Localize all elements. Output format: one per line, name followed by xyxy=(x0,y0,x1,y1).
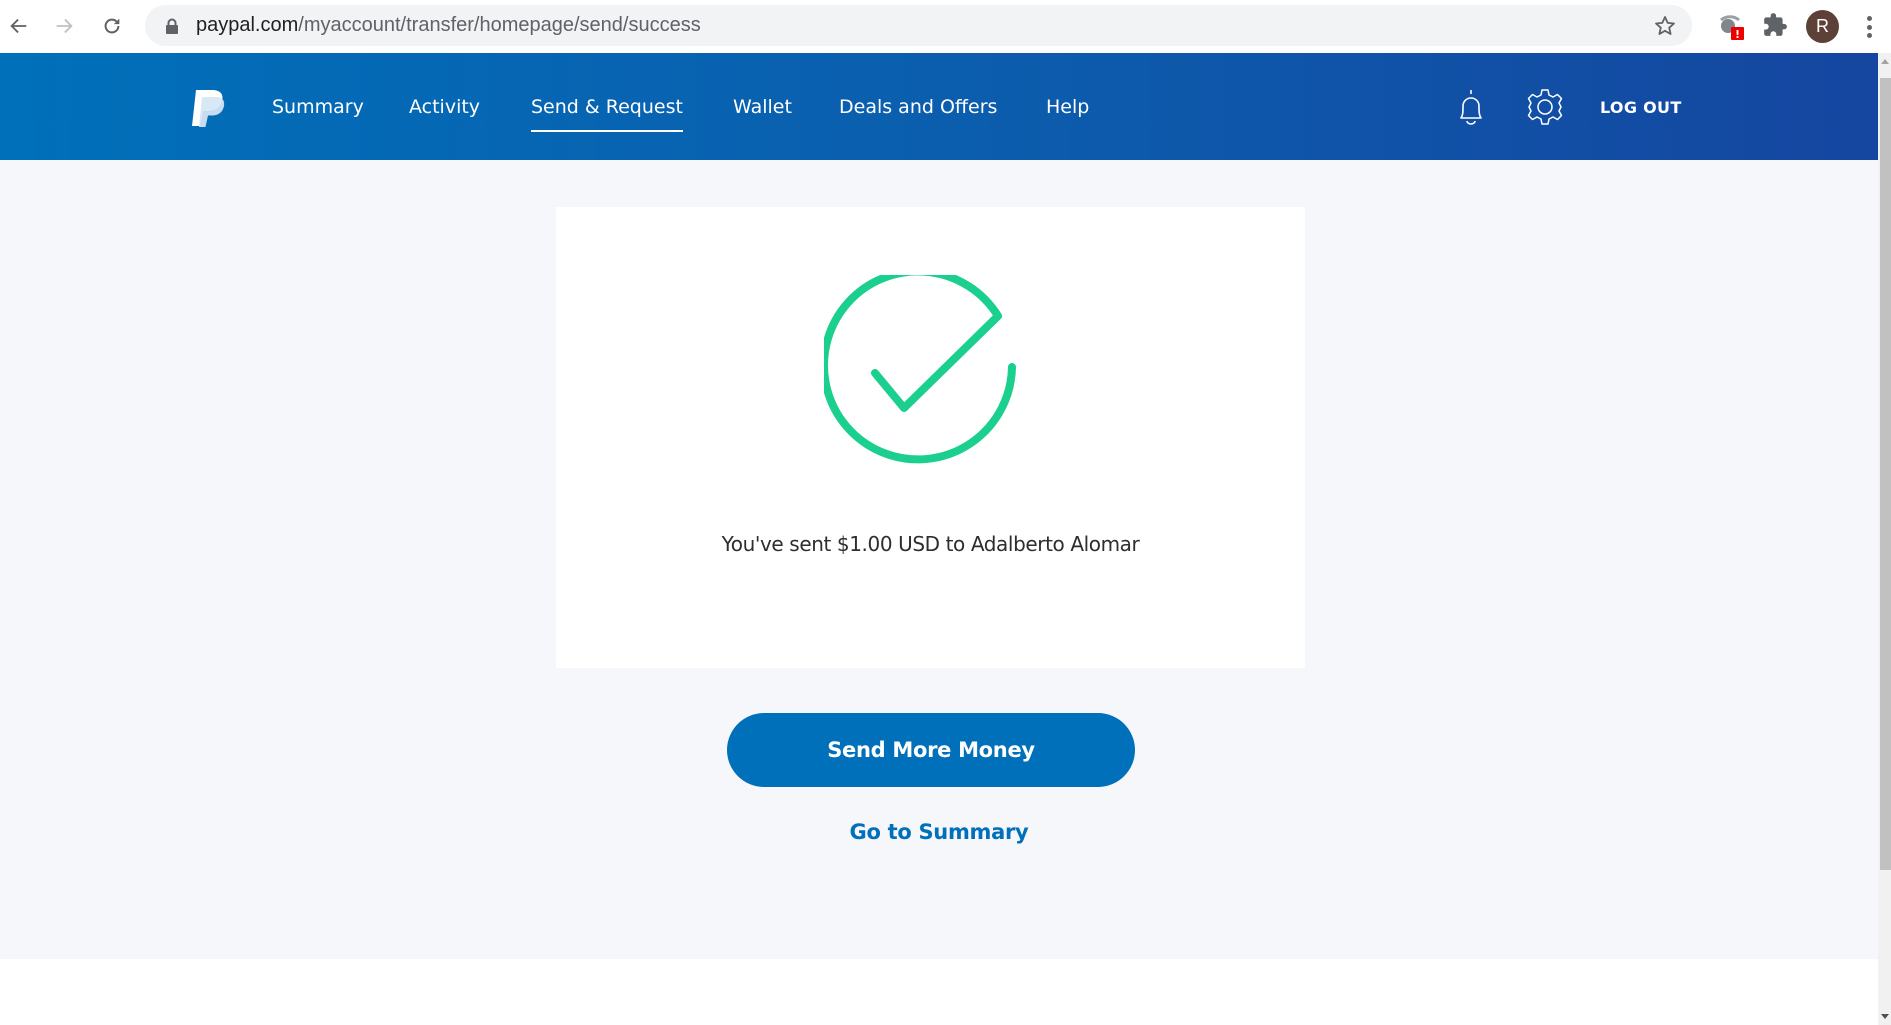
success-message: You've sent $1.00 USD to Adalberto Aloma… xyxy=(721,532,1140,556)
arrow-left-icon xyxy=(10,18,27,34)
profile-avatar[interactable]: R xyxy=(1806,10,1839,43)
nav-send-request[interactable]: Send & Request xyxy=(531,91,683,132)
menu-dot xyxy=(1866,33,1872,38)
send-more-money-button[interactable]: Send More Money xyxy=(727,713,1135,787)
logout-button[interactable]: LOG OUT xyxy=(1600,98,1682,118)
browser-menu-button[interactable] xyxy=(1862,14,1876,40)
success-card: You've sent $1.00 USD to Adalberto Aloma… xyxy=(556,207,1305,668)
puzzle-icon xyxy=(1764,13,1787,36)
nav-activity[interactable]: Activity xyxy=(409,91,480,123)
extension-badge: ! xyxy=(1735,28,1740,40)
page-footer-area xyxy=(0,959,1878,1025)
go-to-summary-row: Go to Summary xyxy=(0,820,1878,844)
arrow-right-icon xyxy=(56,18,73,34)
reload-icon xyxy=(104,18,120,34)
vertical-scrollbar[interactable] xyxy=(1878,53,1891,1025)
url-path: /myaccount/transfer/homepage/send/succes… xyxy=(298,14,701,36)
url-text[interactable]: paypal.com/myaccount/transfer/homepage/s… xyxy=(196,5,701,46)
back-button[interactable] xyxy=(5,12,33,40)
avatar-initial: R xyxy=(1816,16,1829,36)
scroll-down-arrow-icon[interactable] xyxy=(1881,1014,1889,1019)
nav-deals-offers[interactable]: Deals and Offers xyxy=(839,91,997,123)
go-to-summary-link[interactable]: Go to Summary xyxy=(850,820,1029,844)
star-icon[interactable] xyxy=(1653,14,1677,38)
main-content: You've sent $1.00 USD to Adalberto Aloma… xyxy=(0,160,1878,959)
kebab-menu-icon xyxy=(1866,16,1872,21)
browser-toolbar: paypal.com/myaccount/transfer/homepage/s… xyxy=(0,0,1891,53)
paypal-header: Summary Activity Send & Request Wallet D… xyxy=(0,53,1878,160)
lock-icon xyxy=(166,18,178,34)
url-host: paypal.com xyxy=(196,14,299,36)
address-bar[interactable]: paypal.com/myaccount/transfer/homepage/s… xyxy=(145,5,1692,46)
bell-icon[interactable] xyxy=(1453,87,1489,127)
scroll-up-arrow-icon[interactable] xyxy=(1881,59,1889,64)
scrollbar-thumb[interactable] xyxy=(1880,78,1891,870)
reload-button[interactable] xyxy=(98,12,126,40)
extensions-button[interactable] xyxy=(1762,12,1790,40)
gear-icon[interactable] xyxy=(1525,87,1565,127)
paypal-logo-icon[interactable] xyxy=(190,88,228,128)
forward-button[interactable] xyxy=(50,12,78,40)
nav-wallet[interactable]: Wallet xyxy=(733,91,792,123)
extension-graphic: ! xyxy=(1720,15,1744,41)
menu-dot xyxy=(1866,24,1872,30)
shield-extension-icon[interactable]: ! xyxy=(1717,12,1745,41)
nav-summary[interactable]: Summary xyxy=(272,91,364,123)
success-checkmark-icon xyxy=(824,275,1016,464)
nav-help[interactable]: Help xyxy=(1046,91,1089,123)
